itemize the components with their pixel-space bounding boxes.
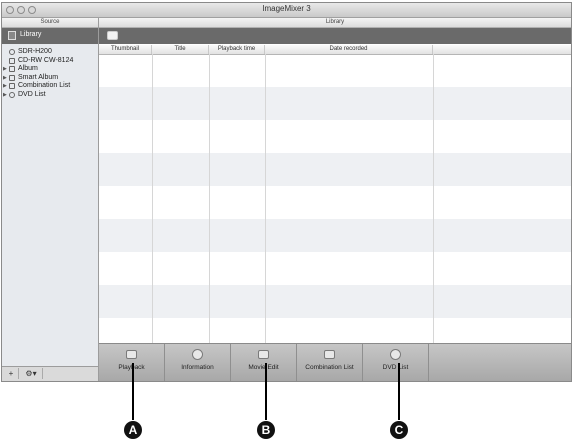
disclosure-triangle-icon[interactable]: ▶ [3, 91, 7, 100]
sidebar-item-label: CD-RW CW-8124 [18, 56, 74, 64]
dvd-list-icon [390, 349, 401, 360]
add-source-button[interactable]: + [4, 368, 19, 379]
list-icon [9, 83, 15, 90]
album-icon [9, 66, 15, 73]
source-sidebar: Source Library SDR-H200 CD-RW CW-8124 ▶ … [2, 18, 99, 381]
disclosure-triangle-icon[interactable]: ▶ [3, 74, 7, 83]
column-header-title[interactable]: Title [152, 45, 209, 54]
library-table: Thumbnail Title Playback time Date recor… [99, 45, 571, 343]
information-icon [192, 349, 203, 360]
action-toolbar: Playback Information Movie Edit Combinat… [99, 343, 571, 381]
source-header: Source [2, 18, 98, 28]
sidebar-item-dvd-list[interactable]: ▶ DVD List [2, 91, 98, 100]
disclosure-triangle-icon[interactable]: ▶ [3, 65, 7, 74]
information-button[interactable]: Information [165, 344, 231, 381]
column-header-playback-time[interactable]: Playback time [209, 45, 265, 54]
sidebar-item-label: Combination List [18, 82, 71, 90]
table-row[interactable] [99, 203, 571, 220]
callout-line-c [398, 363, 400, 420]
library-icon [8, 31, 16, 40]
movie-edit-button[interactable]: Movie Edit [231, 344, 297, 381]
smart-album-icon [9, 74, 15, 81]
sidebar-item-library[interactable]: Library [2, 28, 98, 44]
combination-list-button[interactable]: Combination List [297, 344, 363, 381]
sidebar-footer: + ⚙▾ [2, 366, 98, 381]
table-row[interactable] [99, 335, 571, 344]
table-row[interactable] [99, 285, 571, 302]
sidebar-item-sdr-h200[interactable]: SDR-H200 [2, 48, 98, 57]
disclosure-triangle-icon[interactable]: ▶ [3, 82, 7, 91]
combination-list-icon [324, 350, 335, 359]
title-bar: ImageMixer 3 [2, 3, 571, 18]
sidebar-item-label: DVD List [18, 90, 46, 98]
movie-edit-label: Movie Edit [248, 364, 279, 371]
callout-marker-b: B [257, 421, 275, 439]
sidebar-item-label: SDR-H200 [18, 48, 52, 55]
table-row[interactable] [99, 103, 571, 120]
dvd-icon [9, 91, 15, 98]
table-row[interactable] [99, 186, 571, 203]
column-divider [209, 54, 210, 343]
sidebar-item-label: Album [18, 65, 38, 73]
camera-icon [9, 49, 15, 55]
callout-marker-a: A [124, 421, 142, 439]
information-label: Information [181, 364, 214, 371]
callout-line-b [265, 363, 267, 420]
table-row[interactable] [99, 252, 571, 269]
window-title: ImageMixer 3 [262, 4, 311, 13]
sidebar-item-album[interactable]: ▶ Album [2, 65, 98, 74]
column-divider [152, 54, 153, 343]
table-row[interactable] [99, 219, 571, 236]
table-row[interactable] [99, 318, 571, 335]
view-strip [99, 28, 571, 44]
sidebar-item-smart-album[interactable]: ▶ Smart Album [2, 74, 98, 83]
app-window: ImageMixer 3 Source Library SDR-H200 CD-… [1, 2, 572, 382]
column-divider [265, 54, 266, 343]
table-row[interactable] [99, 269, 571, 286]
column-divider [433, 54, 434, 343]
sidebar-item-cd-rw[interactable]: CD-RW CW-8124 [2, 57, 98, 66]
table-row[interactable] [99, 87, 571, 104]
library-pane: Library Thumbnail Title Playback time Da… [99, 18, 571, 381]
table-row[interactable] [99, 169, 571, 186]
column-header-date-recorded[interactable]: Date recorded [265, 45, 433, 54]
sidebar-item-combination-list[interactable]: ▶ Combination List [2, 82, 98, 91]
table-row[interactable] [99, 120, 571, 137]
callout-line-a [132, 363, 134, 420]
movie-edit-icon [258, 350, 269, 359]
playback-icon [126, 350, 137, 359]
view-mode-icon[interactable] [107, 31, 118, 40]
table-row[interactable] [99, 71, 571, 88]
sidebar-item-label: Library [20, 31, 42, 38]
drive-icon [9, 57, 15, 64]
dvd-list-label: DVD List [382, 364, 409, 371]
source-tree: SDR-H200 CD-RW CW-8124 ▶ Album ▶ Smart A… [2, 48, 98, 100]
table-row[interactable] [99, 54, 571, 71]
column-header-thumbnail[interactable]: Thumbnail [99, 45, 152, 54]
callout-marker-c: C [390, 421, 408, 439]
library-header: Library [99, 18, 571, 28]
table-row[interactable] [99, 137, 571, 154]
table-row[interactable] [99, 153, 571, 170]
sidebar-item-label: Smart Album [18, 73, 59, 81]
table-row[interactable] [99, 301, 571, 318]
table-row[interactable] [99, 235, 571, 252]
dvd-list-button[interactable]: DVD List [363, 344, 429, 381]
gear-menu-button[interactable]: ⚙▾ [20, 368, 43, 379]
combination-list-label: Combination List [305, 364, 354, 371]
